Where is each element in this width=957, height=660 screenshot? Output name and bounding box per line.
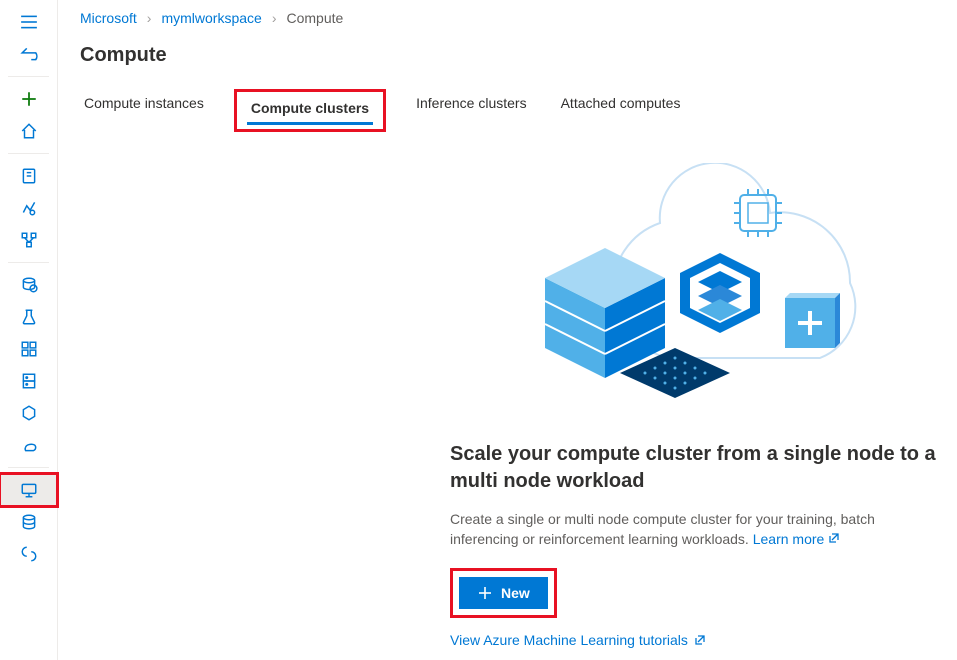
- environments-icon[interactable]: [0, 429, 57, 461]
- highlight-new-button: New: [450, 568, 557, 618]
- linked-services-icon[interactable]: [0, 538, 57, 570]
- learn-more-link[interactable]: Learn more: [753, 531, 840, 547]
- new-button-label: New: [501, 585, 530, 601]
- divider: [8, 262, 49, 263]
- tab-attached-computes[interactable]: Attached computes: [557, 89, 685, 132]
- notebooks-icon[interactable]: [0, 160, 57, 192]
- external-link-icon: [828, 532, 840, 544]
- datasets-icon[interactable]: [0, 269, 57, 301]
- empty-state-title: Scale your compute cluster from a single…: [450, 441, 939, 495]
- highlight-compute-clusters: Compute clusters: [234, 89, 386, 132]
- tab-compute-clusters[interactable]: Compute clusters: [247, 94, 373, 125]
- datastores-icon[interactable]: [0, 506, 57, 538]
- external-link-icon: [694, 634, 706, 646]
- compute-icon[interactable]: [0, 474, 57, 506]
- models-icon[interactable]: [0, 365, 57, 397]
- designer-icon[interactable]: [0, 224, 57, 256]
- tab-inference-clusters[interactable]: Inference clusters: [412, 89, 531, 132]
- chevron-right-icon: ›: [272, 10, 277, 26]
- pipelines-icon[interactable]: [0, 333, 57, 365]
- plus-icon: [477, 585, 493, 601]
- menu-icon[interactable]: [0, 6, 57, 38]
- tabs: Compute instances Compute clusters Infer…: [80, 89, 939, 133]
- breadcrumb: Microsoft › mymlworkspace › Compute: [80, 10, 939, 26]
- home-icon[interactable]: [0, 115, 57, 147]
- add-icon[interactable]: [0, 83, 57, 115]
- breadcrumb-link[interactable]: mymlworkspace: [161, 10, 261, 26]
- automl-icon[interactable]: [0, 192, 57, 224]
- back-icon[interactable]: [0, 38, 57, 70]
- tutorials-link[interactable]: View Azure Machine Learning tutorials: [450, 632, 706, 648]
- sidebar: [0, 0, 58, 660]
- divider: [8, 153, 49, 154]
- breadcrumb-link[interactable]: Microsoft: [80, 10, 137, 26]
- divider: [8, 467, 49, 468]
- chevron-right-icon: ›: [147, 10, 152, 26]
- endpoints-icon[interactable]: [0, 397, 57, 429]
- empty-state-description: Create a single or multi node compute cl…: [450, 509, 939, 550]
- breadcrumb-current: Compute: [287, 10, 344, 26]
- new-button[interactable]: New: [459, 577, 548, 609]
- experiments-icon[interactable]: [0, 301, 57, 333]
- cluster-illustration: [450, 163, 880, 423]
- page-title: Compute: [80, 44, 939, 67]
- empty-state: Scale your compute cluster from a single…: [450, 163, 939, 648]
- main-content: Microsoft › mymlworkspace › Compute Comp…: [58, 0, 957, 660]
- tab-compute-instances[interactable]: Compute instances: [80, 89, 208, 132]
- divider: [8, 76, 49, 77]
